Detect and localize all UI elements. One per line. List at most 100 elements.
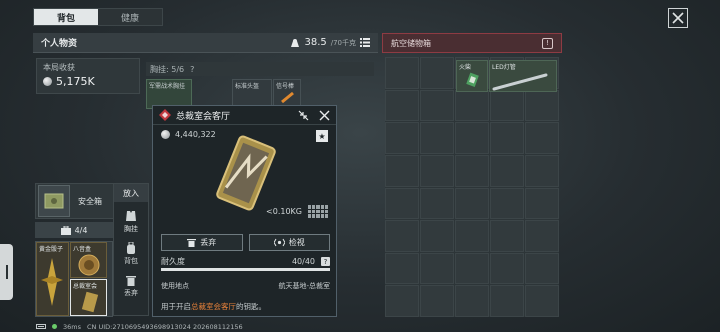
safe-box-capacity: 4/4 bbox=[35, 222, 113, 238]
grid-cell[interactable] bbox=[490, 285, 524, 317]
list-icon[interactable] bbox=[360, 38, 370, 47]
item-music-box[interactable]: 八音盒 bbox=[70, 242, 107, 278]
inspect-button[interactable]: 检视 bbox=[248, 234, 330, 251]
close-icon[interactable] bbox=[319, 110, 330, 121]
earnings-label: 本局收获 bbox=[43, 63, 75, 72]
ping-icon bbox=[52, 324, 57, 329]
led-tube-icon bbox=[492, 73, 548, 91]
help-icon[interactable]: ? bbox=[190, 65, 194, 74]
grid-cell[interactable] bbox=[490, 187, 524, 220]
grid-cell[interactable] bbox=[455, 285, 489, 317]
discard-button[interactable]: 丢弃 bbox=[161, 234, 243, 251]
gold-dice-icon bbox=[41, 258, 63, 306]
grid-cell[interactable] bbox=[455, 220, 489, 252]
menu-item-backpack[interactable]: 背包 bbox=[114, 242, 148, 266]
coin-icon bbox=[43, 77, 52, 86]
durability-fill bbox=[161, 268, 330, 271]
storage-grid bbox=[385, 57, 559, 317]
grid-cell[interactable] bbox=[455, 89, 489, 122]
chest-rig-label: 胸挂: 5/6 bbox=[150, 64, 185, 74]
vest-icon bbox=[126, 211, 136, 221]
flare-icon bbox=[281, 91, 294, 103]
menu-item-label: 丢弃 bbox=[124, 289, 138, 297]
item-label: 黄金骰子 bbox=[39, 246, 64, 253]
grid-cell[interactable] bbox=[385, 187, 419, 220]
item-label: LED灯管 bbox=[492, 64, 516, 71]
grid-cell[interactable] bbox=[525, 252, 559, 285]
grid-cell[interactable] bbox=[420, 122, 454, 154]
keycard-image bbox=[216, 135, 276, 211]
menu-item-chest-rig[interactable]: 胸挂 bbox=[114, 210, 148, 234]
ping-value: 36ms bbox=[63, 322, 81, 331]
grid-cell[interactable] bbox=[455, 187, 489, 220]
capacity-max: /70千克 bbox=[330, 38, 356, 47]
grid-cell[interactable] bbox=[420, 154, 454, 187]
grid-cell[interactable] bbox=[385, 57, 419, 89]
weight-value: <0.10KG bbox=[266, 207, 302, 216]
popup-title: 总裁室会客厅 bbox=[176, 111, 231, 122]
grid-cell[interactable] bbox=[490, 89, 524, 122]
briefcase-icon bbox=[60, 225, 71, 235]
grid-cell[interactable] bbox=[420, 252, 454, 285]
menu-item-label: 背包 bbox=[124, 257, 138, 265]
chest-slot-helmet[interactable]: 标准头盔 bbox=[232, 79, 272, 107]
tab-health[interactable]: 健康 bbox=[98, 9, 162, 25]
grid-cell[interactable] bbox=[420, 89, 454, 122]
grid-cell[interactable] bbox=[385, 154, 419, 187]
item-gold-dice[interactable]: 黄金骰子 bbox=[36, 242, 69, 316]
side-drawer-handle[interactable] bbox=[0, 244, 13, 300]
grid-cell[interactable] bbox=[525, 154, 559, 187]
menu-item-discard[interactable]: 丢弃 bbox=[114, 274, 148, 298]
grid-cell[interactable] bbox=[385, 285, 419, 317]
close-button[interactable] bbox=[668, 8, 688, 28]
item-label: 总裁室会 bbox=[73, 283, 98, 290]
aviation-storage-header: 航空储物箱 ! bbox=[382, 33, 562, 53]
safe-box[interactable]: 安全箱 bbox=[35, 183, 115, 219]
info-icon[interactable]: ! bbox=[542, 37, 553, 49]
storage-item-led-tube[interactable]: LED灯管 bbox=[489, 60, 557, 92]
grid-cell[interactable] bbox=[385, 220, 419, 252]
grid-cell[interactable] bbox=[525, 89, 559, 122]
grid-cell[interactable] bbox=[525, 220, 559, 252]
chest-slot-flare[interactable]: 信号棒 bbox=[273, 79, 301, 107]
weight-icon bbox=[291, 38, 300, 47]
grid-cell[interactable] bbox=[385, 89, 419, 122]
grid-cell[interactable] bbox=[455, 252, 489, 285]
item-label: 火柴 bbox=[459, 64, 472, 71]
capacity-value: 38.5 bbox=[304, 37, 327, 48]
location-value: 航天基地-总裁室 bbox=[278, 282, 330, 290]
grid-cell[interactable] bbox=[385, 122, 419, 154]
collapse-icon[interactable] bbox=[298, 110, 309, 121]
desc-highlight: 总裁室会客厅 bbox=[191, 302, 236, 311]
item-key-selected[interactable]: 总裁室会 bbox=[70, 279, 107, 316]
chest-rig-bar: 胸挂: 5/6 ? bbox=[146, 62, 374, 76]
grid-cell[interactable] bbox=[490, 122, 524, 154]
grid-cell[interactable] bbox=[420, 57, 454, 89]
popup-actions: 丢弃 检视 bbox=[161, 234, 330, 251]
item-size-grid-icon bbox=[308, 205, 328, 218]
durability-value: 40/40 bbox=[291, 257, 315, 266]
desc-prefix: 用于开启 bbox=[161, 302, 191, 311]
grid-cell[interactable] bbox=[490, 252, 524, 285]
help-icon[interactable]: ? bbox=[321, 257, 330, 266]
earnings-value: 5,175K bbox=[56, 75, 95, 88]
grid-cell[interactable] bbox=[525, 122, 559, 154]
grid-cell[interactable] bbox=[385, 252, 419, 285]
durability-bar bbox=[161, 268, 330, 271]
grid-cell[interactable] bbox=[455, 154, 489, 187]
grid-cell[interactable] bbox=[420, 187, 454, 220]
grid-cell[interactable] bbox=[490, 154, 524, 187]
inspect-icon bbox=[273, 238, 285, 247]
grid-cell[interactable] bbox=[525, 187, 559, 220]
grid-cell[interactable] bbox=[525, 285, 559, 317]
grid-cell[interactable] bbox=[455, 122, 489, 154]
grid-cell[interactable] bbox=[420, 220, 454, 252]
tab-backpack[interactable]: 背包 bbox=[34, 9, 98, 25]
storage-item-matches[interactable]: 火柴 bbox=[456, 60, 488, 92]
grid-cell[interactable] bbox=[420, 285, 454, 317]
aviation-storage-title: 航空储物箱 bbox=[391, 38, 431, 48]
menu-item-label: 胸挂 bbox=[124, 225, 138, 233]
favorite-button[interactable]: ★ bbox=[316, 130, 328, 142]
popup-header: 总裁室会客厅 bbox=[153, 106, 336, 125]
grid-cell[interactable] bbox=[490, 220, 524, 252]
